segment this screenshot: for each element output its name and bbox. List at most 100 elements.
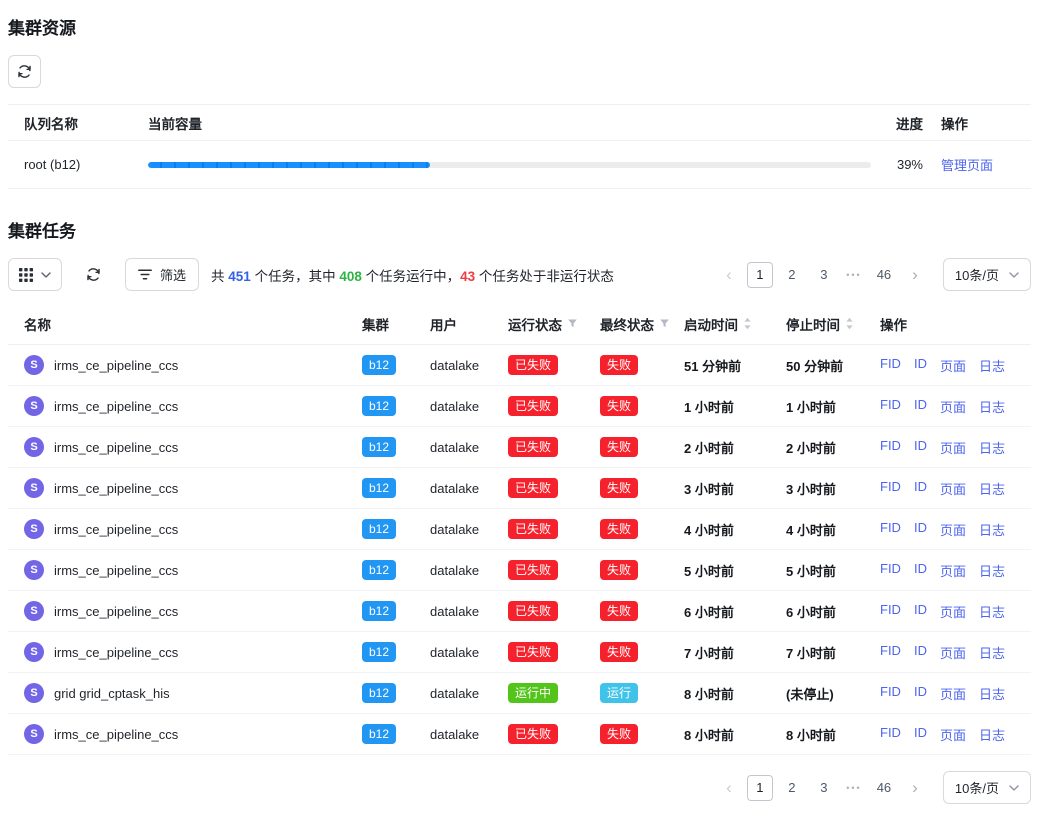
id-link[interactable]: ID xyxy=(914,520,927,539)
col-start-time: 启动时间 xyxy=(676,314,778,334)
filter-funnel-icon[interactable] xyxy=(567,318,578,329)
log-link[interactable]: 日志 xyxy=(979,438,1005,457)
log-link[interactable]: 日志 xyxy=(979,725,1005,744)
sort-icon[interactable] xyxy=(743,317,752,330)
id-link[interactable]: ID xyxy=(914,397,927,416)
page-button-1[interactable]: 1 xyxy=(747,775,773,801)
page-button-2[interactable]: 2 xyxy=(779,262,805,288)
sort-icon[interactable] xyxy=(845,317,854,330)
page-ellipsis[interactable]: ••• xyxy=(843,783,865,793)
tasks-toolbar: 筛选 共 451 个任务，其中 408 个任务运行中，43 个任务处于非运行状态… xyxy=(8,258,1031,291)
page-link[interactable]: 页面 xyxy=(940,684,966,703)
table-row: S irms_ce_pipeline_ccs b12 datalake 已失败 … xyxy=(8,550,1031,591)
prev-page-button[interactable]: ‹ xyxy=(717,262,741,288)
grid-icon xyxy=(19,268,33,282)
id-link[interactable]: ID xyxy=(914,643,927,662)
fid-link[interactable]: FID xyxy=(880,356,901,375)
run-status-badge: 已失败 xyxy=(508,601,558,621)
log-link[interactable]: 日志 xyxy=(979,561,1005,580)
fid-link[interactable]: FID xyxy=(880,520,901,539)
page-size-value: 10条/页 xyxy=(955,778,999,797)
page-link[interactable]: 页面 xyxy=(940,397,966,416)
page-button-3[interactable]: 3 xyxy=(811,262,837,288)
page-link[interactable]: 页面 xyxy=(940,520,966,539)
fid-link[interactable]: FID xyxy=(880,602,901,621)
id-link[interactable]: ID xyxy=(914,725,927,744)
task-user: datalake xyxy=(422,686,500,701)
refresh-tasks-button[interactable] xyxy=(82,267,105,282)
stop-time: 8 小时前 xyxy=(778,725,872,744)
stop-time: 5 小时前 xyxy=(778,561,872,580)
page-link[interactable]: 页面 xyxy=(940,356,966,375)
fid-link[interactable]: FID xyxy=(880,438,901,457)
page-link[interactable]: 页面 xyxy=(940,725,966,744)
cluster-badge: b12 xyxy=(362,560,396,580)
page-link[interactable]: 页面 xyxy=(940,479,966,498)
log-link[interactable]: 日志 xyxy=(979,479,1005,498)
run-status-badge: 已失败 xyxy=(508,724,558,744)
id-link[interactable]: ID xyxy=(914,356,927,375)
id-link[interactable]: ID xyxy=(914,684,927,703)
stop-time: 2 小时前 xyxy=(778,438,872,457)
task-user: datalake xyxy=(422,645,500,660)
stop-time: 6 小时前 xyxy=(778,602,872,621)
next-page-button[interactable]: › xyxy=(903,262,927,288)
task-name: irms_ce_pipeline_ccs xyxy=(54,563,178,578)
filter-button[interactable]: 筛选 xyxy=(125,258,199,291)
final-status-badge: 失败 xyxy=(600,478,638,498)
page-button-2[interactable]: 2 xyxy=(779,775,805,801)
page-link[interactable]: 页面 xyxy=(940,438,966,457)
refresh-icon xyxy=(86,267,101,282)
task-name: irms_ce_pipeline_ccs xyxy=(54,645,178,660)
log-link[interactable]: 日志 xyxy=(979,520,1005,539)
col-actions: 操作 xyxy=(872,314,1031,334)
page-link[interactable]: 页面 xyxy=(940,643,966,662)
avatar: S xyxy=(24,724,44,744)
cluster-badge: b12 xyxy=(362,724,396,744)
log-link[interactable]: 日志 xyxy=(979,602,1005,621)
log-link[interactable]: 日志 xyxy=(979,643,1005,662)
cluster-resources-title: 集群资源 xyxy=(8,14,1031,39)
log-link[interactable]: 日志 xyxy=(979,356,1005,375)
id-link[interactable]: ID xyxy=(914,479,927,498)
task-name: grid grid_cptask_his xyxy=(54,686,170,701)
log-link[interactable]: 日志 xyxy=(979,684,1005,703)
table-row: S irms_ce_pipeline_ccs b12 datalake 已失败 … xyxy=(8,468,1031,509)
page-ellipsis[interactable]: ••• xyxy=(843,270,865,280)
page-button-46[interactable]: 46 xyxy=(871,262,897,288)
next-page-button[interactable]: › xyxy=(903,775,927,801)
fid-link[interactable]: FID xyxy=(880,684,901,703)
refresh-resources-button[interactable] xyxy=(8,55,41,88)
page-button-3[interactable]: 3 xyxy=(811,775,837,801)
page-button-1[interactable]: 1 xyxy=(747,262,773,288)
page-button-46[interactable]: 46 xyxy=(871,775,897,801)
run-status-badge: 运行中 xyxy=(508,683,558,703)
page-size-select[interactable]: 10条/页 xyxy=(943,771,1031,804)
col-run-status: 运行状态 xyxy=(500,314,592,334)
final-status-badge: 失败 xyxy=(600,724,638,744)
page-size-select[interactable]: 10条/页 xyxy=(943,258,1031,291)
task-name: irms_ce_pipeline_ccs xyxy=(54,727,178,742)
filter-lines-icon xyxy=(138,269,152,280)
chevron-down-icon xyxy=(1009,272,1019,278)
filter-funnel-icon[interactable] xyxy=(659,318,670,329)
col-stop-time: 停止时间 xyxy=(778,314,872,334)
id-link[interactable]: ID xyxy=(914,561,927,580)
prev-page-button[interactable]: ‹ xyxy=(717,775,741,801)
fid-link[interactable]: FID xyxy=(880,725,901,744)
fid-link[interactable]: FID xyxy=(880,479,901,498)
fid-link[interactable]: FID xyxy=(880,397,901,416)
id-link[interactable]: ID xyxy=(914,438,927,457)
manage-page-link[interactable]: 管理页面 xyxy=(941,158,993,173)
id-link[interactable]: ID xyxy=(914,602,927,621)
column-settings-button[interactable] xyxy=(8,258,62,291)
fid-link[interactable]: FID xyxy=(880,643,901,662)
table-row: S irms_ce_pipeline_ccs b12 datalake 已失败 … xyxy=(8,386,1031,427)
page-link[interactable]: 页面 xyxy=(940,561,966,580)
avatar: S xyxy=(24,642,44,662)
page-link[interactable]: 页面 xyxy=(940,602,966,621)
cluster-tasks-title: 集群任务 xyxy=(8,217,1031,242)
log-link[interactable]: 日志 xyxy=(979,397,1005,416)
fid-link[interactable]: FID xyxy=(880,561,901,580)
run-status-badge: 已失败 xyxy=(508,478,558,498)
